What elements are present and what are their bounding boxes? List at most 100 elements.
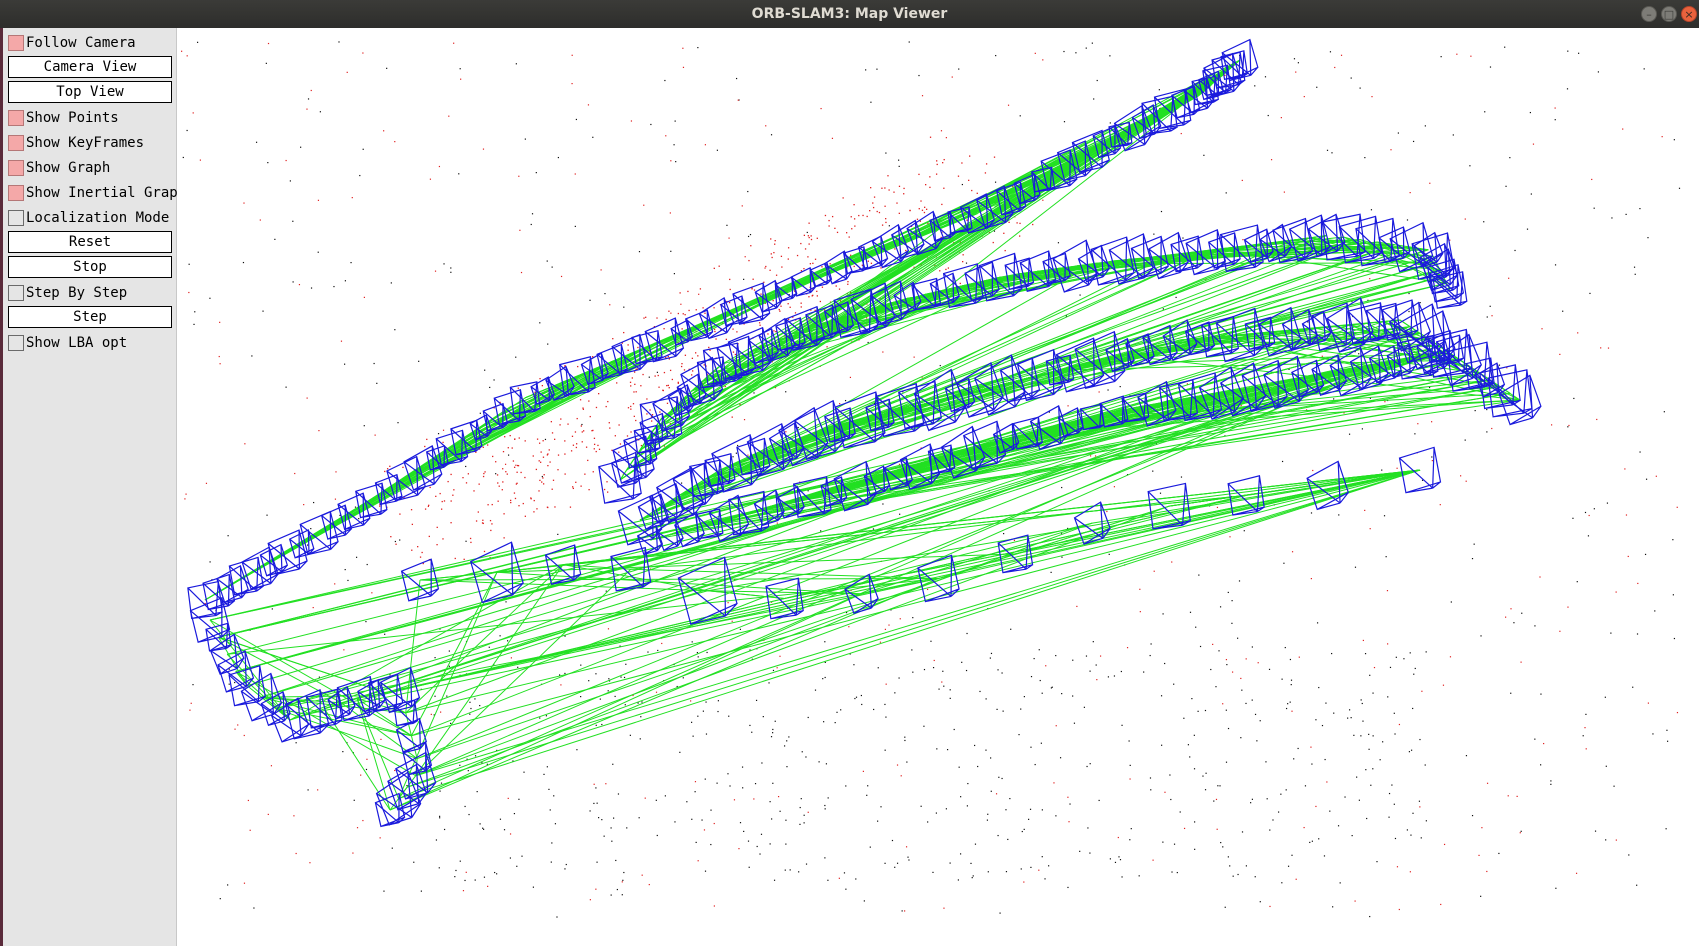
map-point bbox=[428, 535, 430, 538]
map-viewport[interactable] bbox=[178, 28, 1699, 946]
map-point bbox=[1091, 42, 1093, 44]
map-point bbox=[839, 403, 841, 405]
map-point bbox=[1360, 699, 1362, 701]
map-point bbox=[1033, 657, 1035, 660]
map-point bbox=[1387, 643, 1389, 645]
show-keyframes-checkbox[interactable] bbox=[8, 135, 24, 151]
map-point bbox=[1628, 854, 1630, 856]
map-point bbox=[1498, 852, 1500, 855]
show-lba-opt-checkbox[interactable] bbox=[8, 335, 24, 351]
step-by-step-checkbox[interactable] bbox=[8, 285, 24, 301]
top-view-button[interactable]: Top View bbox=[8, 81, 172, 103]
map-point bbox=[920, 200, 922, 202]
reset-button[interactable]: Reset bbox=[8, 231, 172, 253]
map-point bbox=[439, 790, 441, 792]
map-point bbox=[716, 782, 718, 784]
title-bar[interactable]: ORB-SLAM3: Map Viewer – □ × bbox=[0, 0, 1699, 28]
map-point bbox=[607, 491, 609, 493]
map-point bbox=[574, 225, 576, 228]
camera-view-button[interactable]: Camera View bbox=[8, 56, 172, 78]
map-point bbox=[1398, 908, 1400, 911]
map-point bbox=[1291, 710, 1293, 712]
map-point bbox=[860, 694, 862, 697]
map-point bbox=[858, 214, 860, 217]
map-point bbox=[1067, 886, 1069, 889]
map-point bbox=[1219, 606, 1222, 608]
map-point bbox=[879, 641, 882, 643]
map-point bbox=[366, 758, 368, 760]
map-point bbox=[1089, 852, 1091, 854]
map-point bbox=[962, 254, 964, 256]
map-point bbox=[1425, 651, 1427, 653]
map-point bbox=[759, 853, 761, 855]
show-graph-checkbox[interactable] bbox=[8, 160, 24, 176]
map-point bbox=[1109, 55, 1111, 57]
map-point bbox=[987, 813, 989, 815]
map-point bbox=[853, 265, 855, 268]
map-point bbox=[571, 82, 573, 85]
map-point bbox=[1526, 228, 1529, 230]
map-point bbox=[1597, 71, 1600, 73]
map-point bbox=[1589, 292, 1591, 295]
map-point bbox=[911, 649, 913, 651]
map-point bbox=[867, 341, 869, 344]
map-point bbox=[491, 523, 493, 525]
map-point bbox=[748, 259, 750, 262]
map-point bbox=[949, 697, 951, 699]
map-point bbox=[681, 328, 683, 330]
map-point bbox=[205, 482, 208, 484]
localization-mode-checkbox[interactable] bbox=[8, 210, 24, 226]
map-point bbox=[1225, 658, 1228, 661]
map-point bbox=[725, 338, 727, 341]
map-point bbox=[1370, 784, 1372, 786]
map-point bbox=[800, 306, 802, 308]
map-point bbox=[1420, 837, 1422, 839]
map-point bbox=[670, 312, 672, 314]
map-point bbox=[899, 513, 901, 515]
follow-camera-label: Follow Camera bbox=[26, 35, 136, 51]
map-point bbox=[1280, 793, 1282, 795]
map-point bbox=[516, 471, 518, 473]
map-point bbox=[465, 540, 467, 542]
map-point bbox=[487, 885, 489, 887]
map-point bbox=[609, 427, 611, 429]
map-point bbox=[384, 470, 386, 473]
map-point bbox=[310, 287, 313, 289]
map-point bbox=[1321, 724, 1324, 727]
map-point bbox=[916, 218, 919, 220]
map-point bbox=[391, 847, 393, 849]
map-point bbox=[819, 300, 822, 303]
map-point bbox=[467, 770, 469, 772]
map-point bbox=[749, 233, 752, 236]
map-point bbox=[690, 700, 692, 702]
follow-camera-checkbox[interactable] bbox=[8, 35, 24, 51]
map-point bbox=[1636, 884, 1638, 886]
map-point bbox=[479, 704, 481, 707]
map-point bbox=[1388, 792, 1391, 795]
map-point bbox=[464, 879, 466, 882]
show-points-checkbox[interactable] bbox=[8, 110, 24, 126]
maximize-icon[interactable]: □ bbox=[1661, 6, 1677, 22]
map-point bbox=[974, 843, 977, 845]
stop-button[interactable]: Stop bbox=[8, 256, 172, 278]
map-point bbox=[1491, 315, 1493, 317]
close-icon[interactable]: × bbox=[1681, 6, 1697, 22]
map-point bbox=[351, 197, 353, 199]
map-point bbox=[829, 263, 831, 265]
map-point bbox=[354, 506, 357, 508]
map-point bbox=[543, 773, 545, 775]
minimize-icon[interactable]: – bbox=[1641, 6, 1657, 22]
map-point bbox=[447, 480, 449, 483]
map-point bbox=[1532, 143, 1535, 145]
map-point bbox=[1347, 717, 1349, 719]
map-point bbox=[399, 513, 401, 515]
map-point bbox=[904, 910, 906, 912]
control-panel: Follow Camera Camera View Top View Show … bbox=[3, 28, 186, 946]
map-point bbox=[572, 486, 574, 488]
show-inertial-graph-checkbox[interactable] bbox=[8, 185, 24, 201]
map-point bbox=[417, 546, 419, 548]
map-canvas[interactable] bbox=[178, 28, 1699, 946]
map-point bbox=[298, 283, 301, 286]
map-point bbox=[768, 682, 770, 684]
step-button[interactable]: Step bbox=[8, 306, 172, 328]
